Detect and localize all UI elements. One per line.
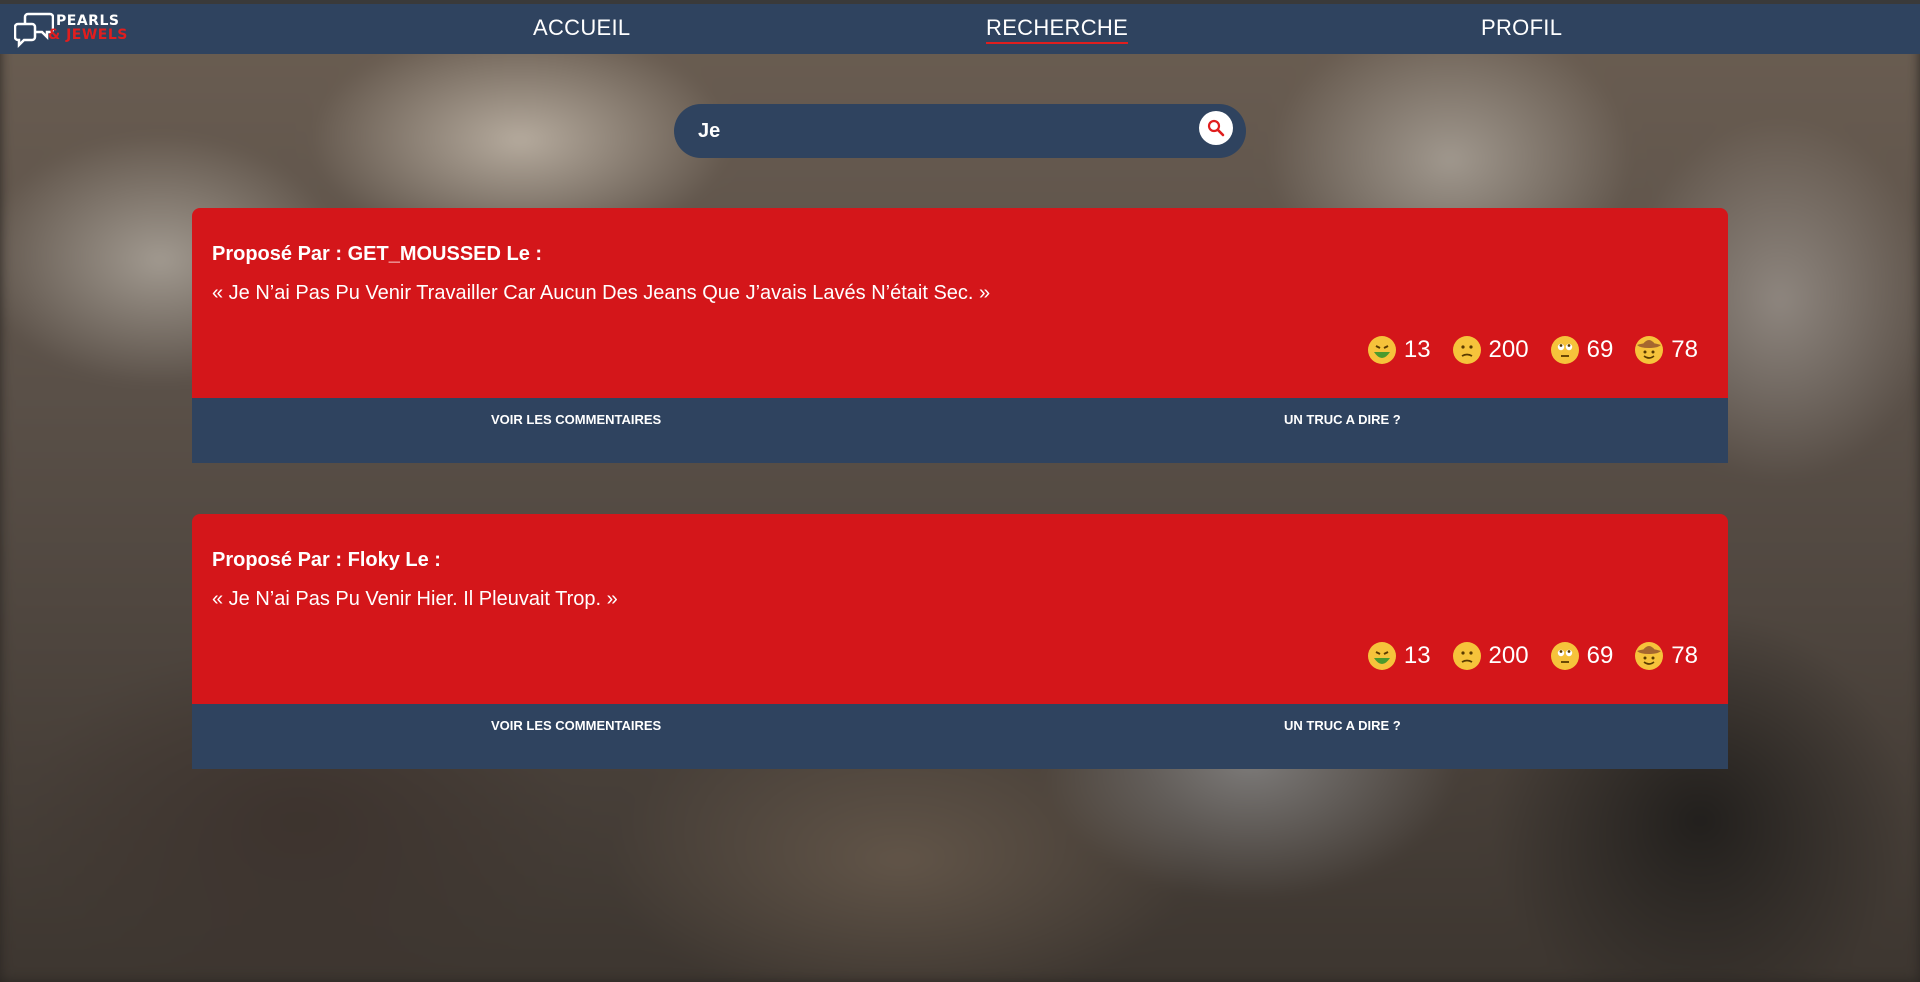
view-comments-button[interactable]: VOIR LES COMMENTAIRES bbox=[491, 718, 661, 733]
reaction-count: 13 bbox=[1403, 336, 1431, 363]
confused-face-icon bbox=[1452, 642, 1481, 670]
post-card: Proposé Par : GET_MOUSSED Le : « Je N’ai… bbox=[192, 208, 1728, 463]
view-comments-button[interactable]: VOIR LES COMMENTAIRES bbox=[491, 412, 661, 427]
logo-line-1: PEARLS bbox=[56, 13, 120, 29]
reactions: 13 200 69 78 bbox=[1367, 336, 1698, 364]
eye-roll-face-icon bbox=[1550, 642, 1579, 670]
cowboy-face-icon bbox=[1635, 642, 1664, 670]
reaction-eye-roll[interactable]: 69 bbox=[1550, 336, 1614, 364]
confused-face-icon bbox=[1452, 336, 1481, 364]
nauseated-face-icon bbox=[1367, 642, 1396, 670]
navbar: PEARLS & JEWELS ACCUEIL RECHERCHE PROFIL bbox=[0, 0, 1920, 54]
post-quote: « Je N’ai Pas Pu Venir Travailler Car Au… bbox=[212, 282, 991, 304]
comment-button[interactable]: UN TRUC A DIRE ? bbox=[1284, 718, 1401, 733]
post-author: Proposé Par : Floky Le : bbox=[212, 549, 441, 571]
search-bar bbox=[674, 104, 1246, 158]
reaction-count: 200 bbox=[1488, 642, 1529, 669]
cowboy-face-icon bbox=[1635, 336, 1664, 364]
reaction-cowboy[interactable]: 78 bbox=[1635, 642, 1698, 670]
post-body: Proposé Par : Floky Le : « Je N’ai Pas P… bbox=[192, 514, 1728, 704]
reaction-confused[interactable]: 200 bbox=[1452, 336, 1529, 364]
reaction-nauseated[interactable]: 13 bbox=[1367, 642, 1431, 670]
reaction-confused[interactable]: 200 bbox=[1452, 642, 1529, 670]
reaction-cowboy[interactable]: 78 bbox=[1635, 336, 1698, 364]
reactions: 13 200 69 78 bbox=[1367, 642, 1698, 670]
search-button[interactable] bbox=[1199, 111, 1233, 145]
post-body: Proposé Par : GET_MOUSSED Le : « Je N’ai… bbox=[192, 208, 1728, 398]
reaction-count: 69 bbox=[1586, 336, 1614, 363]
reaction-count: 13 bbox=[1403, 642, 1431, 669]
post-actions: VOIR LES COMMENTAIRES UN TRUC A DIRE ? bbox=[192, 704, 1728, 769]
reaction-nauseated[interactable]: 13 bbox=[1367, 336, 1431, 364]
comment-button[interactable]: UN TRUC A DIRE ? bbox=[1284, 412, 1401, 427]
post-card: Proposé Par : Floky Le : « Je N’ai Pas P… bbox=[192, 514, 1728, 769]
reaction-eye-roll[interactable]: 69 bbox=[1550, 642, 1614, 670]
reaction-count: 69 bbox=[1586, 642, 1614, 669]
logo[interactable]: PEARLS & JEWELS bbox=[14, 10, 140, 54]
search-input[interactable] bbox=[698, 116, 1158, 146]
eye-roll-face-icon bbox=[1550, 336, 1579, 364]
search-icon bbox=[1207, 119, 1225, 137]
logo-line-2: & JEWELS bbox=[48, 27, 128, 43]
reaction-count: 78 bbox=[1671, 642, 1698, 669]
nauseated-face-icon bbox=[1367, 336, 1396, 364]
nav-profile[interactable]: PROFIL bbox=[1481, 15, 1562, 41]
post-quote: « Je N’ai Pas Pu Venir Hier. Il Pleuvait… bbox=[212, 588, 618, 610]
post-author: Proposé Par : GET_MOUSSED Le : bbox=[212, 243, 543, 265]
post-actions: VOIR LES COMMENTAIRES UN TRUC A DIRE ? bbox=[192, 398, 1728, 463]
reaction-count: 78 bbox=[1671, 336, 1698, 363]
logo-text: PEARLS & JEWELS bbox=[48, 13, 128, 42]
nav-home[interactable]: ACCUEIL bbox=[533, 15, 630, 41]
reaction-count: 200 bbox=[1488, 336, 1529, 363]
nav-search[interactable]: RECHERCHE bbox=[986, 15, 1129, 44]
